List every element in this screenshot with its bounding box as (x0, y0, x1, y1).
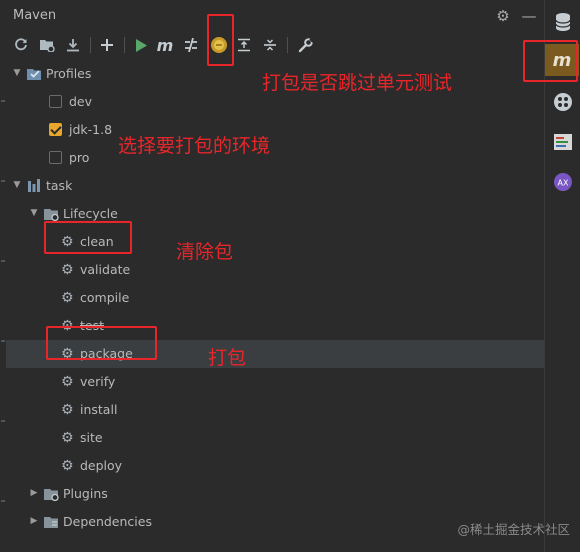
dependencies-label: Dependencies (63, 514, 152, 529)
profile-label: pro (69, 150, 90, 165)
add-icon[interactable] (96, 34, 118, 56)
gear-icon: ⚙ (61, 430, 74, 446)
download-icon[interactable] (62, 34, 84, 56)
goal-compile[interactable]: ⚙ compile (6, 284, 544, 312)
project-label: task (46, 178, 73, 193)
goal-deploy[interactable]: ⚙ deploy (6, 452, 544, 480)
gear-icon: ⚙ (61, 402, 74, 418)
annotation-clean: 清除包 (176, 241, 234, 263)
annotation-box-package (46, 326, 157, 360)
goal-label: verify (80, 374, 116, 389)
plugins-folder-icon (44, 489, 59, 502)
profiles-label: Profiles (46, 66, 92, 81)
minimize-icon[interactable]: — (519, 6, 539, 26)
annotation-skip-tests: 打包是否跳过单元测试 (262, 72, 453, 94)
wrench-icon[interactable] (294, 34, 316, 56)
profile-checkbox-jdk[interactable] (49, 123, 62, 136)
lifecycle-folder-icon (44, 209, 59, 222)
profile-checkbox-dev[interactable] (49, 95, 62, 108)
gear-icon: ⚙ (61, 262, 74, 278)
goal-label: validate (80, 262, 131, 277)
ai-assistant-icon[interactable]: AX (547, 166, 579, 198)
annotation-box-clean (44, 221, 132, 254)
svg-text:AX: AX (558, 179, 569, 188)
generate-sources-icon[interactable] (36, 34, 58, 56)
chevron-down-icon[interactable]: ▼ (12, 67, 22, 79)
plugins-label: Plugins (63, 486, 108, 501)
goal-site[interactable]: ⚙ site (6, 424, 544, 452)
annotation-box-skip-tests (207, 14, 234, 66)
profile-label: jdk-1.8 (69, 122, 113, 137)
database-icon[interactable] (547, 6, 579, 38)
annotation-choose-env: 选择要打包的环境 (118, 135, 271, 157)
chevron-down-icon[interactable]: ▼ (12, 179, 22, 191)
goal-install[interactable]: ⚙ install (6, 396, 544, 424)
maven-tree: ▼ Profiles dev jdk-1.8 pro ▼ task ▼ Life… (6, 60, 544, 552)
chevron-right-icon[interactable]: ▶ (29, 515, 39, 527)
annotation-box-maven-tab (523, 40, 578, 82)
goal-verify[interactable]: ⚙ verify (6, 368, 544, 396)
profile-checkbox-pro[interactable] (49, 151, 62, 164)
right-tool-strip: m AX (544, 0, 580, 552)
collapse-all-icon[interactable] (259, 34, 281, 56)
reload-icon[interactable] (10, 34, 32, 56)
maven-toolbar: m (6, 32, 544, 58)
annotation-package: 打包 (208, 347, 247, 369)
maven-tool-window: Maven ⚙ — m ▼ Profiles dev jdk-1.8 pro ▼… (0, 0, 580, 552)
execute-goal-icon[interactable]: m (154, 34, 176, 56)
goal-validate[interactable]: ⚙ validate (6, 256, 544, 284)
chevron-right-icon[interactable]: ▶ (29, 487, 39, 499)
profiles-icon (27, 69, 41, 80)
toggle-offline-icon[interactable] (180, 34, 202, 56)
show-dependencies-icon[interactable] (233, 34, 255, 56)
goal-label: compile (80, 290, 130, 305)
goal-label: deploy (80, 458, 123, 473)
panel-title: Maven (13, 8, 57, 23)
structure-icon[interactable] (547, 86, 579, 118)
lifecycle-label: Lifecycle (63, 206, 118, 221)
gear-icon: ⚙ (61, 374, 74, 390)
profile-item-jdk[interactable]: jdk-1.8 (6, 116, 544, 144)
profile-label: dev (69, 94, 93, 109)
dependencies-folder-icon (44, 517, 58, 528)
plugins-node[interactable]: ▶ Plugins (6, 480, 544, 508)
run-icon[interactable] (130, 34, 152, 56)
goal-label: site (80, 430, 103, 445)
gear-icon[interactable]: ⚙ (493, 6, 513, 26)
watermark: @稀土掘金技术社区 (457, 522, 570, 537)
profile-item-pro[interactable]: pro (6, 144, 544, 172)
chevron-down-icon[interactable]: ▼ (29, 207, 39, 219)
goal-label: install (80, 402, 118, 417)
project-node[interactable]: ▼ task (6, 172, 544, 200)
notes-icon[interactable] (547, 126, 579, 158)
maven-project-icon (28, 179, 40, 192)
gear-icon: ⚙ (61, 290, 74, 306)
gear-icon: ⚙ (61, 458, 74, 474)
